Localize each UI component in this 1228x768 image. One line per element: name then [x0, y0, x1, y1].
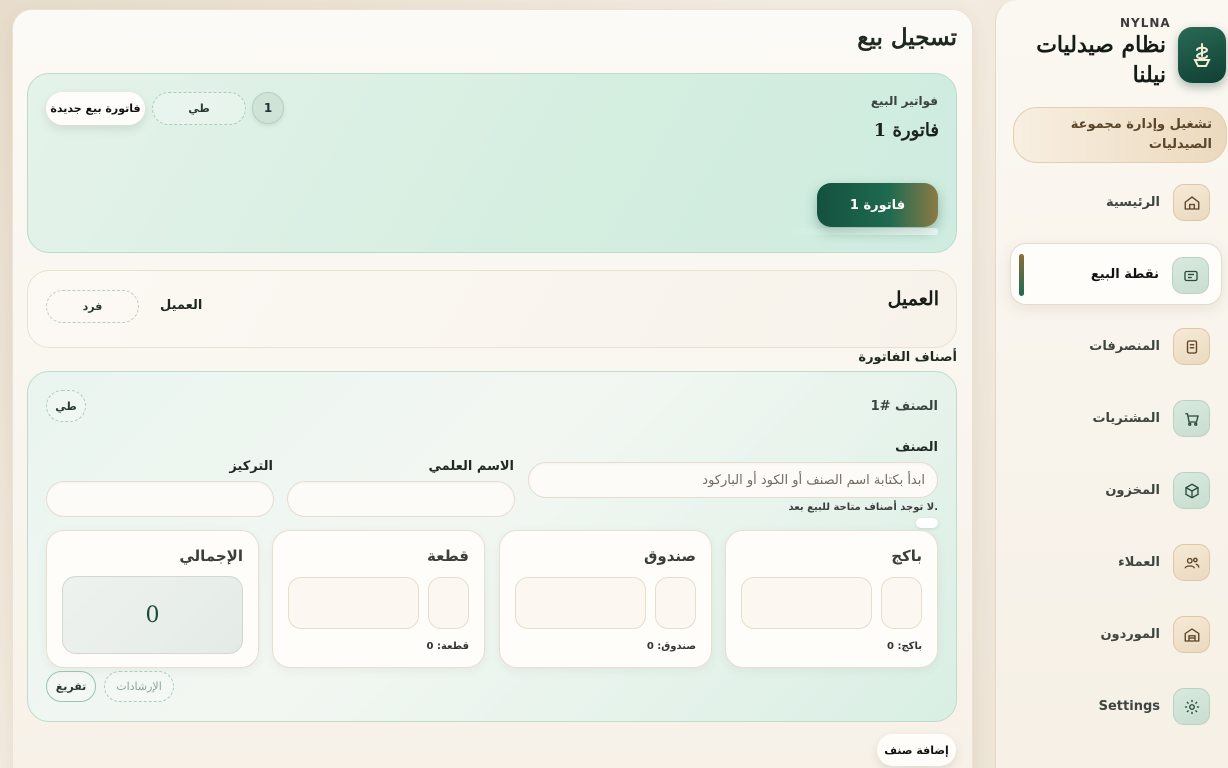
sidebar-item-suppliers[interactable]: الموردون [1010, 603, 1222, 665]
unit-footer: قطعة: 0 [426, 641, 469, 652]
pharmacy-logo-icon [1178, 27, 1226, 83]
scientific-name-input[interactable] [287, 481, 515, 517]
new-invoice-button[interactable]: فاتورة بيع جديدة [46, 92, 145, 125]
total-card: الإجمالي 0 [46, 530, 259, 668]
document-icon [1173, 328, 1210, 365]
sidebar-item-expenses[interactable]: المنصرفات [1010, 315, 1222, 377]
sidebar-item-purchases[interactable]: المشتريات [1010, 387, 1222, 449]
brand-tagline: تشغيل وإدارة مجموعة الصيدليات [1013, 107, 1227, 163]
receipt-icon [1172, 257, 1209, 294]
tab-invoice-1[interactable]: فاتورة 1 [817, 183, 938, 227]
sidebar-item-settings[interactable]: Settings [1010, 675, 1222, 737]
concentration-label: التركيز [229, 459, 273, 474]
customer-title: العميل [887, 288, 939, 310]
unit-card-piece: قطعة قطعة: 0 [272, 530, 485, 668]
unit-card-box: صندوق صندوق: 0 [499, 530, 712, 668]
sidebar-item-label: المشتريات [1092, 410, 1160, 426]
sidebar-item-home[interactable]: الرئيسية [1010, 171, 1222, 233]
sidebar-item-label: الرئيسية [1105, 194, 1160, 210]
unit-title: باكج [891, 547, 922, 565]
page-title: تسجيل بيع [857, 24, 957, 51]
brand-short-name: NYLNA [1120, 16, 1171, 30]
invoices-section-label: فواتير البيع [870, 94, 938, 108]
clear-button[interactable]: تفريغ [46, 671, 96, 702]
package-quantity-input[interactable] [881, 577, 922, 629]
sidebar-item-label: المنصرفات [1089, 338, 1160, 354]
active-indicator [1019, 254, 1024, 296]
item-title: الصنف #1 [870, 399, 938, 414]
current-invoice-title: فاتورة 1 [873, 120, 939, 141]
sidebar-item-customers[interactable]: العملاء [1010, 531, 1222, 593]
concentration-input[interactable] [46, 481, 274, 517]
unit-title: صندوق [643, 547, 696, 565]
sidebar-item-pos[interactable]: نقطة البيع [1010, 243, 1222, 305]
toggle-switch[interactable] [916, 518, 938, 528]
unit-footer: باكج: 0 [887, 641, 922, 652]
users-icon [1173, 544, 1210, 581]
customer-field-label: العميل [160, 298, 203, 313]
box-icon [1173, 472, 1210, 509]
gear-icon [1173, 688, 1210, 725]
item-search-input[interactable]: ابدأ بكتابة اسم الصنف أو الكود أو البارك… [528, 462, 938, 498]
sidebar-item-inventory[interactable]: المخزون [1010, 459, 1222, 521]
cart-icon [1173, 400, 1210, 437]
sidebar-item-label: المخزون [1105, 482, 1160, 498]
no-items-text: لا توجد أصناف متاحة للبيع بعد. [788, 502, 938, 513]
sidebar-item-label: Settings [1098, 698, 1160, 714]
package-price-input[interactable] [741, 577, 872, 629]
item-fold-button[interactable]: طي [46, 390, 86, 422]
total-label: الإجمالي [179, 547, 243, 565]
tab-underline [786, 228, 938, 235]
sidebar-item-label: الموردون [1100, 626, 1160, 642]
piece-price-input[interactable] [288, 577, 419, 629]
invoice-fold-button[interactable]: طي [152, 92, 246, 125]
box-price-input[interactable] [515, 577, 646, 629]
invoice-count-badge: 1 [252, 92, 284, 124]
sidebar-item-label: نقطة البيع [1090, 266, 1159, 282]
unit-title: قطعة [427, 547, 469, 565]
total-value: 0 [62, 576, 243, 654]
scientific-name-label: الاسم العلمي [428, 459, 515, 474]
warehouse-icon [1173, 616, 1210, 653]
box-quantity-input[interactable] [655, 577, 696, 629]
items-section-title: أصناف الفاتورة [858, 350, 957, 365]
home-icon [1173, 184, 1210, 221]
guidance-button[interactable]: الإرشادات [104, 671, 174, 702]
piece-quantity-input[interactable] [428, 577, 469, 629]
item-label: الصنف [895, 440, 938, 455]
unit-card-package: باكج باكج: 0 [725, 530, 938, 668]
unit-footer: صندوق: 0 [646, 641, 696, 652]
customer-select[interactable]: فرد [46, 290, 139, 323]
sidebar-item-label: العملاء [1118, 554, 1160, 570]
brand-title: نظام صيدليات نيلنا [1036, 32, 1166, 88]
add-item-button[interactable]: إضافة صنف [877, 734, 956, 766]
